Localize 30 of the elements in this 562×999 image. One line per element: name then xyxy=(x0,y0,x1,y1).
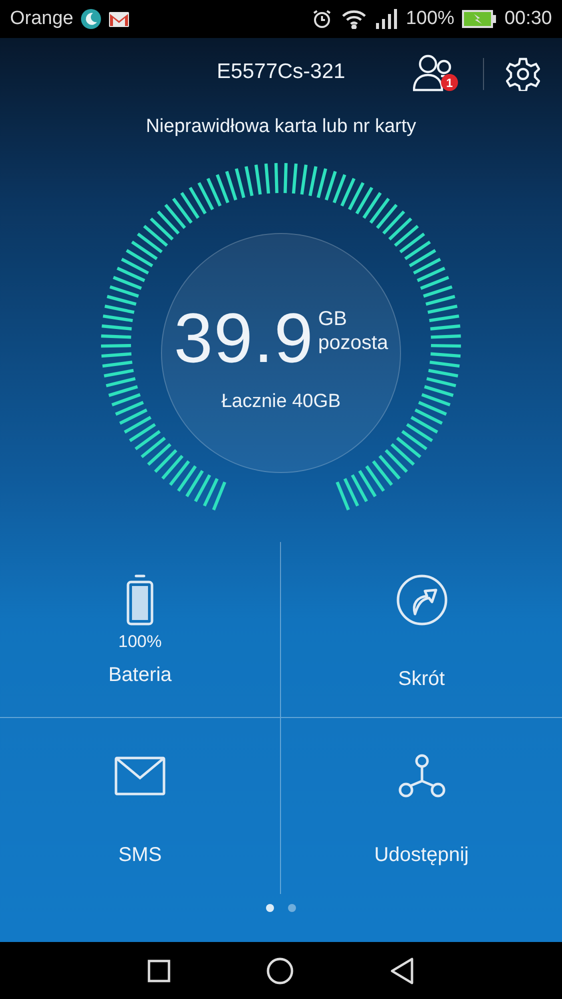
battery-charging-icon xyxy=(462,10,496,28)
remaining-label: pozosta xyxy=(318,331,388,355)
home-button[interactable] xyxy=(266,956,294,984)
remaining-value: 39.9 xyxy=(174,303,314,373)
mail-icon xyxy=(109,12,130,26)
back-button[interactable] xyxy=(388,956,415,984)
page-dot[interactable] xyxy=(288,904,296,912)
battery-percent: 100% xyxy=(406,8,454,30)
battery-icon xyxy=(125,574,155,626)
users-button[interactable]: 1 xyxy=(413,54,461,94)
shortcut-tile[interactable]: Skrót xyxy=(281,542,562,718)
battery-tile[interactable]: 100% Bateria xyxy=(0,542,281,718)
alarm-icon xyxy=(312,9,332,29)
settings-icon[interactable] xyxy=(506,57,540,91)
page-dot[interactable] xyxy=(266,904,274,912)
total-label: Łacznie 40GB xyxy=(221,391,341,413)
recents-button[interactable] xyxy=(147,958,172,982)
signal-icon xyxy=(376,9,398,29)
carrier-name: Orange xyxy=(10,8,74,30)
share-tile[interactable]: Udostępnij xyxy=(281,718,562,894)
device-name: E5577Cs-321 xyxy=(216,60,346,84)
status-message: Nieprawidłowa karta lub nr karty xyxy=(144,116,418,138)
wifi-icon xyxy=(340,9,368,29)
sms-tile[interactable]: SMS xyxy=(0,718,281,894)
envelope-icon xyxy=(114,756,166,796)
share-icon xyxy=(398,753,446,799)
unit-label: GB xyxy=(318,307,348,331)
moon-icon xyxy=(81,9,102,29)
clock-time: 00:30 xyxy=(504,8,552,30)
notification-badge: 1 xyxy=(441,74,458,91)
